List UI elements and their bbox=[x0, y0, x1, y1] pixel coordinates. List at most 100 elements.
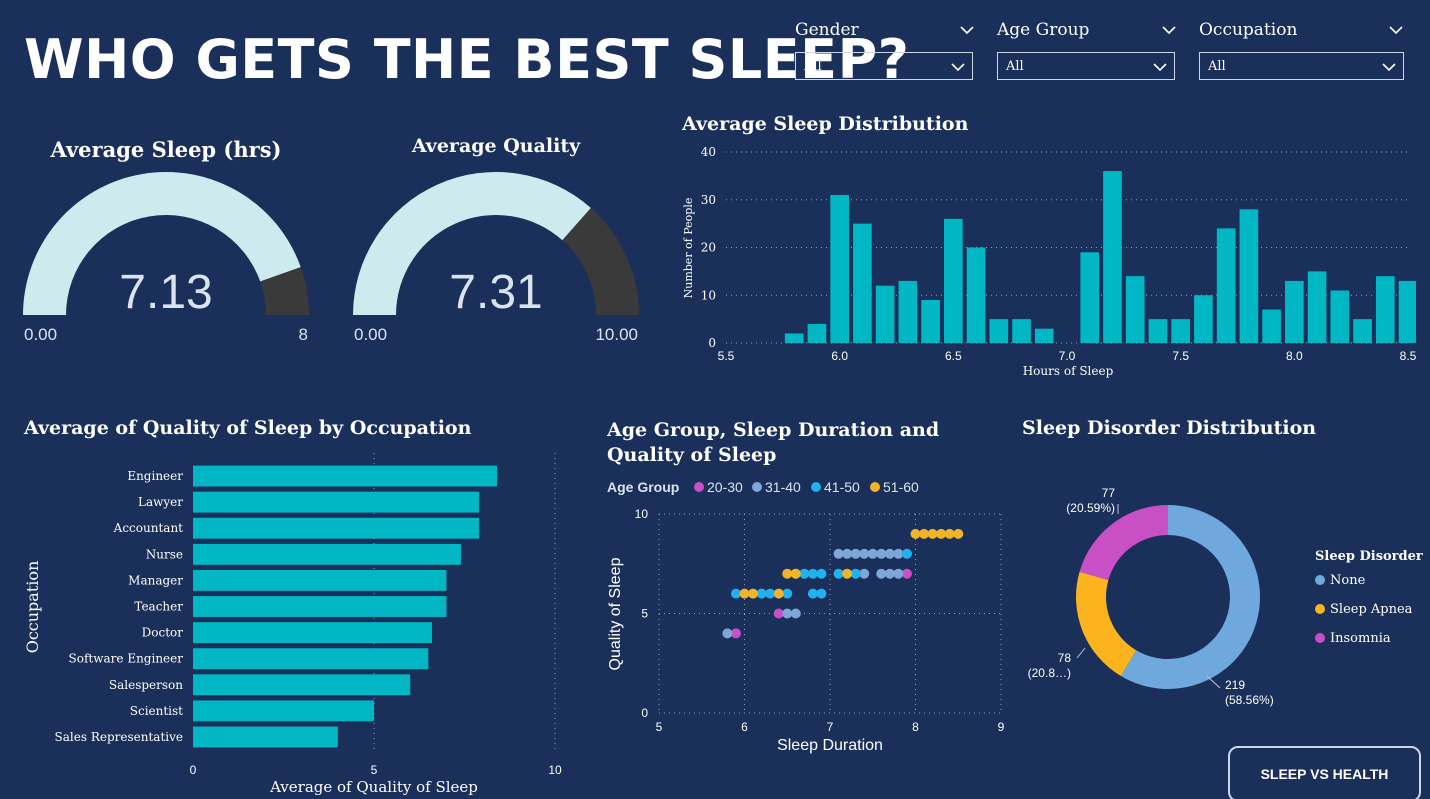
scatter-point bbox=[799, 568, 810, 579]
legend-label: Insomnia bbox=[1330, 631, 1391, 646]
histogram-bar bbox=[1194, 295, 1213, 343]
scatter-point bbox=[867, 548, 878, 559]
scatter-point bbox=[842, 548, 853, 559]
x-tick-label: 8.0 bbox=[1286, 349, 1303, 363]
scatter-point bbox=[901, 568, 912, 579]
filter-gender-dropdown[interactable]: All bbox=[795, 52, 973, 80]
histogram-bar bbox=[1398, 280, 1416, 343]
occupation-label: Manager bbox=[128, 573, 183, 587]
x-tick-label: 5 bbox=[656, 720, 663, 734]
chevron-down-icon[interactable] bbox=[959, 22, 975, 38]
scatter-point bbox=[782, 568, 793, 579]
legend-label: 20-30 bbox=[707, 479, 743, 495]
histogram-bar bbox=[875, 285, 895, 343]
chevron-down-icon[interactable] bbox=[1388, 22, 1404, 38]
legend-label: 41-50 bbox=[824, 479, 860, 495]
histogram-bar bbox=[1080, 252, 1100, 343]
filter-occupation-dropdown[interactable]: All bbox=[1199, 52, 1404, 80]
page-title: WHO GETS THE BEST SLEEP? bbox=[24, 28, 910, 91]
occupation-bar bbox=[193, 622, 432, 644]
sleep-vs-health-button[interactable]: SLEEP VS HEALTH bbox=[1228, 746, 1421, 799]
filter-occupation-label: Occupation bbox=[1199, 20, 1298, 40]
scatter-point bbox=[842, 568, 853, 579]
scatter-point bbox=[807, 568, 818, 579]
histogram-bar bbox=[1330, 290, 1350, 343]
data-label-leader bbox=[1076, 647, 1086, 659]
histogram-bar bbox=[1171, 319, 1190, 343]
legend-marker bbox=[811, 482, 821, 492]
legend-title: Age Group bbox=[607, 479, 679, 495]
donut-data-label: 77 bbox=[1102, 486, 1116, 500]
histogram-bar bbox=[1353, 319, 1372, 343]
gauge-min-label: 0.00 bbox=[24, 325, 57, 344]
histogram-bar bbox=[898, 280, 918, 343]
x-tick-label: 0 bbox=[190, 763, 197, 777]
filter-gender-value: All bbox=[804, 59, 822, 74]
occupation-label: Engineer bbox=[127, 469, 183, 483]
scatter-point bbox=[850, 568, 861, 579]
scatter-point bbox=[730, 588, 741, 599]
histogram-bar bbox=[1262, 309, 1281, 343]
donut-slice bbox=[1079, 505, 1168, 581]
scatter-point bbox=[876, 548, 887, 559]
scatter-point bbox=[765, 588, 776, 599]
scatter-chart: Age Group 20-30 31-40 41-50 51-6005105 6 7 8 9Sl… bbox=[607, 479, 1005, 754]
occupation-label: Nurse bbox=[146, 547, 183, 561]
histogram-bar bbox=[1239, 209, 1259, 343]
gauge-min-label: 0.00 bbox=[354, 325, 387, 344]
histogram-bar bbox=[830, 194, 849, 343]
scatter-point bbox=[850, 548, 861, 559]
scatter-point bbox=[893, 548, 904, 559]
gauge-max-label: 10.00 bbox=[595, 325, 638, 344]
x-tick-label: 6.5 bbox=[945, 349, 962, 363]
y-tick-label: 10 bbox=[635, 507, 649, 521]
x-tick-label: 9 bbox=[998, 720, 1005, 734]
occupation-label: Scientist bbox=[130, 704, 183, 718]
histogram-bar bbox=[807, 323, 827, 343]
donut-data-label: (20.8…) bbox=[1028, 666, 1071, 680]
scatter-point bbox=[816, 568, 827, 579]
donut-chart: 219(58.56%) 78(20.8…) 77(20.59%) Sleep Diso… bbox=[1028, 486, 1423, 707]
chevron-down-icon bbox=[1382, 63, 1396, 72]
y-axis-label: Quality of Sleep bbox=[607, 557, 624, 670]
x-tick-label: 8 bbox=[912, 720, 919, 734]
scatter-point bbox=[730, 628, 741, 639]
filter-gender[interactable]: Gender All bbox=[795, 18, 975, 80]
x-tick-label: 6 bbox=[741, 720, 748, 734]
occupation-label: Teacher bbox=[134, 600, 183, 614]
occupation-label: Accountant bbox=[113, 521, 183, 535]
gauge-quality-title: Average Quality bbox=[411, 135, 581, 157]
legend-label: Sleep Apnea bbox=[1330, 602, 1413, 617]
y-tick-label: 20 bbox=[701, 241, 716, 255]
histogram-bar bbox=[1216, 228, 1236, 343]
gauge-max-label: 8 bbox=[299, 325, 308, 344]
gauge-sleep-title: Average Sleep (hrs) bbox=[50, 137, 282, 162]
scatter-point bbox=[748, 588, 759, 599]
donut-title: Sleep Disorder Distribution bbox=[1022, 417, 1317, 439]
y-tick-label: 5 bbox=[641, 607, 648, 621]
legend-marker bbox=[870, 482, 880, 492]
x-tick-label: 10 bbox=[548, 763, 562, 777]
occupation-label: Lawyer bbox=[138, 495, 183, 509]
histogram-bar bbox=[1148, 319, 1168, 343]
histogram-bar bbox=[1103, 171, 1122, 343]
scatter-point bbox=[739, 588, 750, 599]
donut-data-label: (20.59%) bbox=[1066, 501, 1115, 515]
legend-label: None bbox=[1330, 573, 1366, 588]
occupation-chart-title: Average of Quality of Sleep by Occupatio… bbox=[24, 417, 472, 439]
chevron-down-icon[interactable] bbox=[1161, 22, 1177, 38]
scatter-point bbox=[936, 528, 947, 539]
filter-age-group-dropdown[interactable]: All bbox=[997, 52, 1175, 80]
histogram-bar bbox=[1012, 319, 1031, 343]
scatter-point bbox=[773, 608, 784, 619]
filter-occupation[interactable]: Occupation All bbox=[1199, 18, 1404, 80]
occupation-label: Doctor bbox=[142, 626, 184, 640]
filter-age-group[interactable]: Age Group All bbox=[997, 18, 1177, 80]
occupation-bar bbox=[193, 700, 374, 722]
occupation-bar bbox=[193, 517, 479, 539]
histogram-bar bbox=[966, 247, 986, 343]
chevron-down-icon bbox=[951, 63, 965, 72]
scatter-point bbox=[722, 628, 733, 639]
histogram-chart: 0 10 20 30 40 5.5 6.0 6.5 7.0 7.5 8.0 8.5 Hours of S… bbox=[682, 145, 1416, 378]
scatter-point bbox=[859, 568, 870, 579]
